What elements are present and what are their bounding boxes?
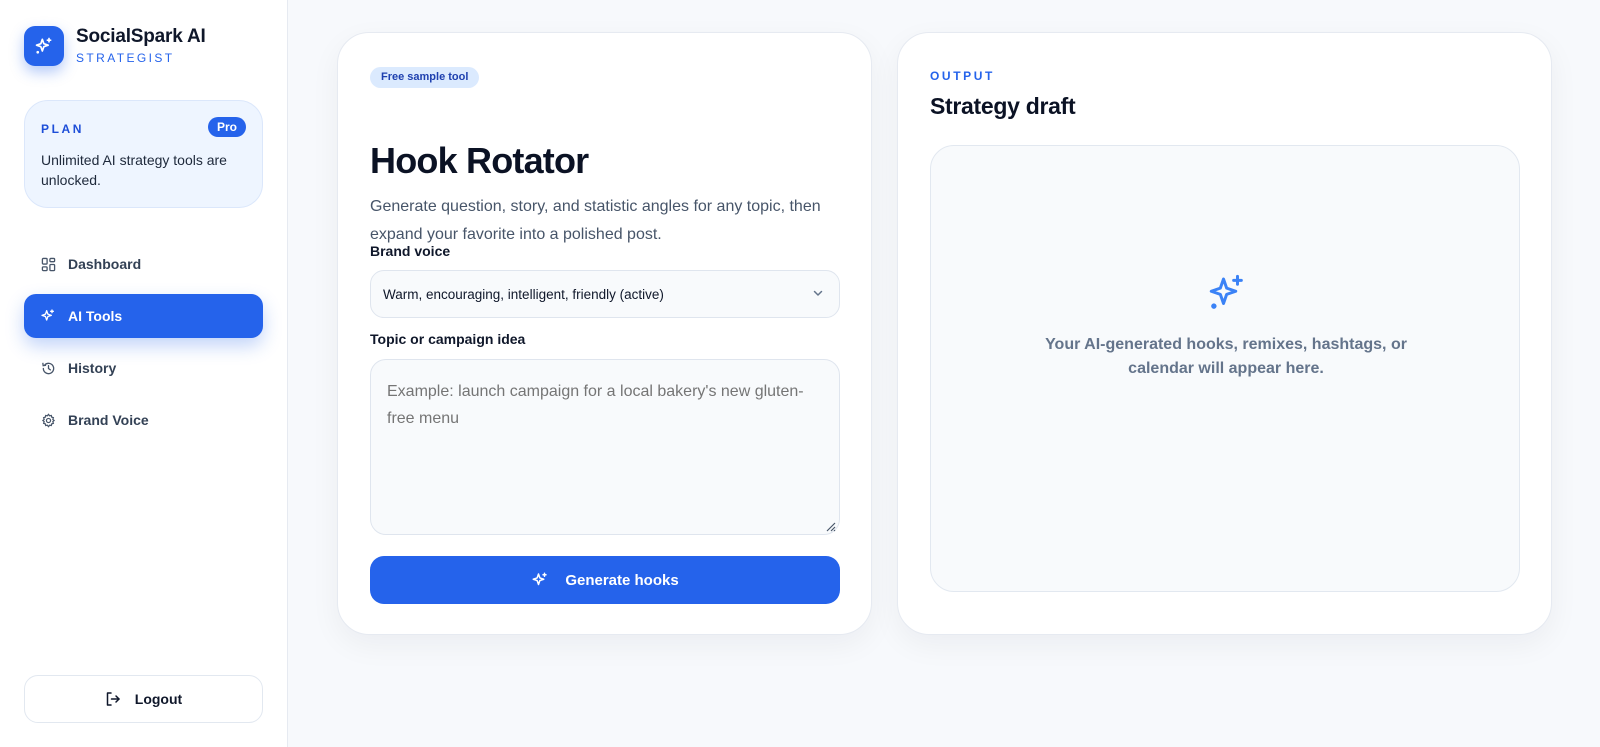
plan-badge: Pro — [207, 117, 246, 137]
tool-description: Generate question, story, and statistic … — [370, 198, 821, 243]
sidebar-item-label: AI Tools — [68, 308, 123, 324]
brand-voice-select[interactable]: Warm, encouraging, intelligent, friendly… — [370, 270, 840, 318]
sidebar-item-label: History — [68, 360, 117, 376]
sidebar-item-label: Brand Voice — [68, 412, 149, 428]
output-title: Strategy draft — [930, 93, 1076, 119]
sparkle-icon — [40, 308, 56, 324]
sidebar-item-brand-voice[interactable]: Brand Voice — [24, 398, 263, 442]
logout-label: Logout — [134, 691, 183, 707]
sidebar-item-dashboard[interactable]: Dashboard — [24, 242, 263, 286]
output-label: OUTPUT — [930, 69, 995, 83]
logout-icon — [105, 691, 121, 707]
sparkle-icon — [1206, 272, 1248, 319]
brand-voice-label: Brand voice — [370, 243, 451, 259]
chevron-down-icon — [811, 286, 825, 303]
plan-description: Unlimited AI strategy tools are unlocked… — [41, 152, 227, 188]
history-icon — [40, 360, 56, 376]
sidebar-item-history[interactable]: History — [24, 346, 263, 390]
generate-hooks-label: Generate hooks — [565, 571, 679, 589]
output-area: Your AI-generated hooks, remixes, hashta… — [930, 145, 1520, 592]
topic-label: Topic or campaign idea — [370, 331, 526, 347]
tool-card: Free sample tool Hook Rotator Generate q… — [337, 32, 872, 635]
sidebar-item-label: Dashboard — [68, 256, 142, 272]
plan-label: PLAN — [41, 122, 85, 136]
page-title: Hook Rotator — [370, 140, 589, 181]
output-empty-message: Your AI-generated hooks, remixes, hashta… — [1045, 336, 1407, 377]
logout-button[interactable]: Logout — [24, 675, 263, 723]
brand-name: SocialSpark AI — [76, 26, 206, 47]
sparkle-icon — [531, 571, 549, 589]
sidebar-item-ai-tools[interactable]: AI Tools — [24, 294, 263, 338]
topic-input[interactable] — [370, 359, 840, 535]
sidebar: SocialSpark AI STRATEGIST PLAN Pro Unlim… — [0, 0, 288, 747]
output-card: OUTPUT Strategy draft Your AI-generated … — [897, 32, 1552, 635]
dashboard-icon — [40, 256, 56, 272]
brand-subtitle: STRATEGIST — [76, 51, 175, 65]
brand: SocialSpark AI STRATEGIST — [24, 26, 206, 66]
gear-icon — [40, 412, 56, 428]
free-sample-chip: Free sample tool — [370, 67, 480, 88]
brand-voice-value: Warm, encouraging, intelligent, friendly… — [383, 286, 664, 302]
sparkle-logo-icon — [24, 26, 64, 66]
plan-card: PLAN Pro Unlimited AI strategy tools are… — [24, 100, 263, 208]
sidebar-nav: Dashboard AI Tools History Brand Voice — [24, 242, 263, 450]
generate-hooks-button[interactable]: Generate hooks — [370, 556, 840, 604]
